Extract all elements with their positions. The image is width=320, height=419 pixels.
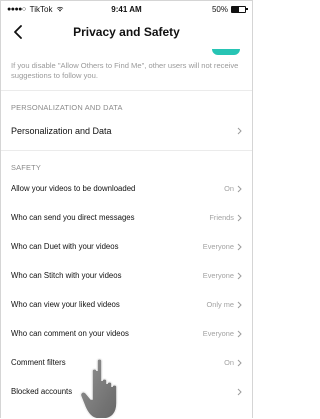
chevron-right-icon [237, 243, 242, 250]
section-header-personalization: PERSONALIZATION AND DATA [11, 103, 123, 112]
row-label: Who can comment on your videos [11, 329, 129, 338]
row-duet[interactable]: Who can Duet with your videos Everyone [11, 232, 242, 261]
divider [1, 150, 252, 151]
row-label: Who can Stitch with your videos [11, 271, 122, 280]
row-comments[interactable]: Who can comment on your videos Everyone [11, 319, 242, 348]
chevron-right-icon [237, 214, 242, 221]
row-value: On [224, 358, 234, 367]
row-value: Everyone [202, 242, 234, 251]
divider [1, 90, 252, 91]
row-direct-messages[interactable]: Who can send you direct messages Friends [11, 203, 242, 232]
chevron-right-icon [237, 301, 242, 308]
find-me-notice: If you disable "Allow Others to Find Me"… [11, 61, 239, 80]
chevron-right-icon [237, 185, 242, 192]
row-label: Comment filters [11, 358, 66, 367]
row-comment-filters[interactable]: Comment filters On [11, 348, 242, 377]
status-bar: ●●●●○ TikTok 9:41 AM 50% [1, 1, 252, 17]
back-button[interactable] [9, 23, 27, 41]
row-label: Who can Duet with your videos [11, 242, 119, 251]
settings-content: If you disable "Allow Others to Find Me"… [1, 61, 252, 406]
row-value: Everyone [202, 271, 234, 280]
row-value: On [224, 184, 234, 193]
page-header: Privacy and Safety [1, 17, 252, 47]
row-label: Blocked accounts [11, 387, 73, 396]
phone-screen: ●●●●○ TikTok 9:41 AM 50% Privacy and Saf… [0, 0, 253, 418]
find-me-toggle[interactable] [212, 49, 240, 55]
row-value: Friends [209, 213, 234, 222]
row-stitch[interactable]: Who can Stitch with your videos Everyone [11, 261, 242, 290]
row-download[interactable]: Allow your videos to be downloaded On [11, 174, 242, 203]
chevron-right-icon [237, 272, 242, 279]
pointing-hand-icon [79, 358, 118, 418]
chevron-right-icon [237, 330, 242, 337]
chevron-right-icon [237, 359, 242, 366]
row-value: Only me [206, 300, 234, 309]
chevron-right-icon [237, 127, 242, 135]
row-blocked-accounts[interactable]: Blocked accounts [11, 377, 242, 406]
status-time: 9:41 AM [111, 4, 142, 14]
row-liked-videos[interactable]: Who can view your liked videos Only me [11, 290, 242, 319]
row-label: Allow your videos to be downloaded [11, 184, 136, 193]
chevron-right-icon [237, 388, 242, 395]
row-label: Personalization and Data [11, 126, 112, 136]
page-title: Privacy and Safety [73, 25, 180, 39]
row-label: Who can send you direct messages [11, 213, 135, 222]
section-header-safety: SAFETY [11, 163, 41, 172]
chevron-left-icon [14, 25, 22, 39]
row-value: Everyone [202, 329, 234, 338]
battery-icon [231, 5, 248, 13]
row-label: Who can view your liked videos [11, 300, 120, 309]
personalization-row[interactable]: Personalization and Data [11, 112, 242, 150]
